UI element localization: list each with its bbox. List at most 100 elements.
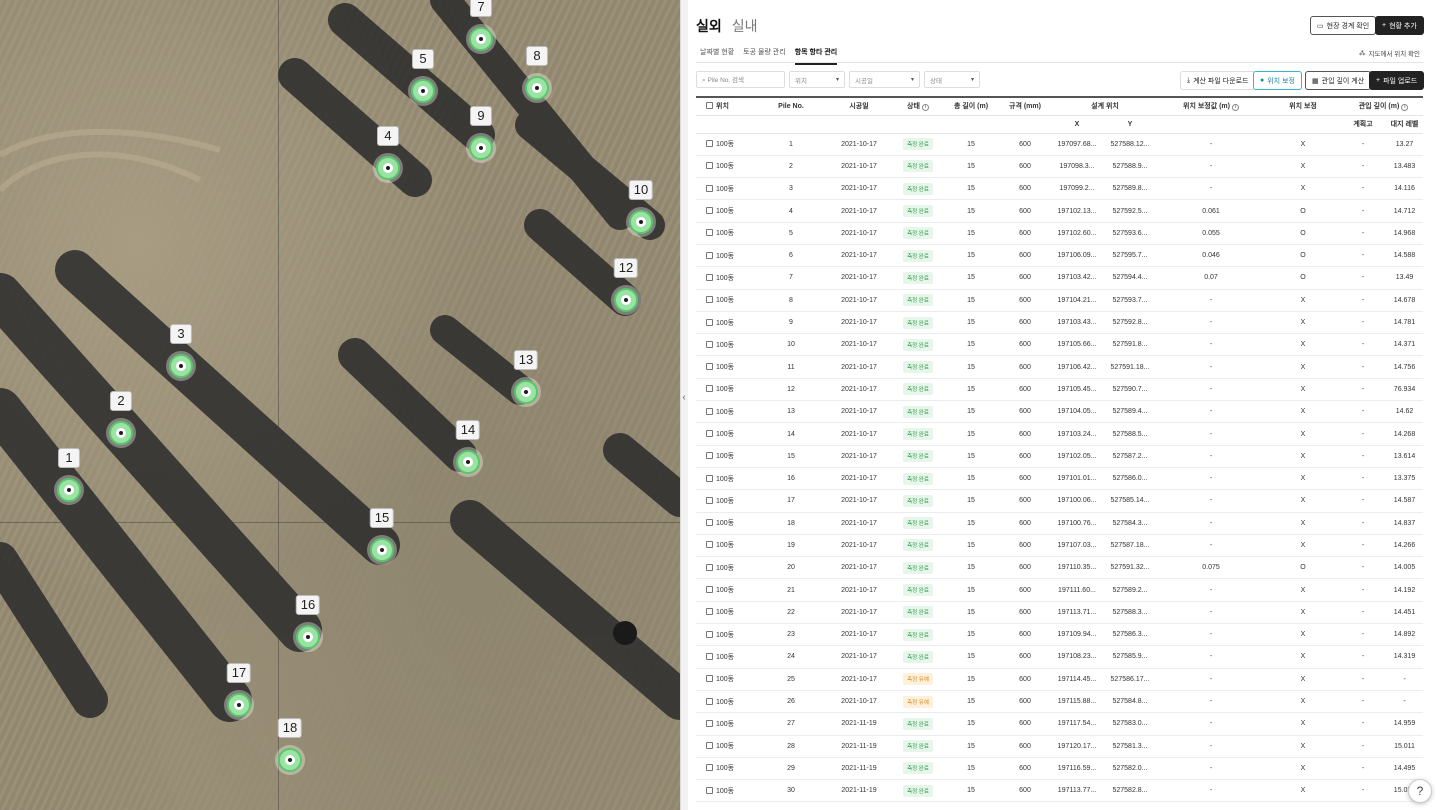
pile-marker-icon[interactable] — [614, 288, 638, 312]
table-row[interactable]: 100동 4 2021-10-17 측정 완료 15 600 197102.13... 527… — [696, 199, 1423, 223]
table-row[interactable]: 100동 26 2021-10-17 측정 유예 15 600 197115.88... 52… — [696, 690, 1423, 714]
row-checkbox[interactable] — [706, 273, 713, 281]
table-row[interactable]: 100동 9 2021-10-17 측정 완료 15 600 197103.43... 527… — [696, 311, 1423, 335]
row-checkbox[interactable] — [706, 363, 713, 371]
table-row[interactable]: 100동 16 2021-10-17 측정 완료 15 600 197101.01... 52… — [696, 467, 1423, 491]
status-select[interactable]: 상태 ▾ — [924, 71, 980, 88]
location-select[interactable]: 위치 ▾ — [789, 71, 845, 88]
table-row[interactable]: 100동 2 2021-10-17 측정 완료 15 600 197098.3... 5275… — [696, 155, 1423, 179]
search-input[interactable]: ⌕ Pile No. 검색 — [696, 71, 785, 88]
select-all-checkbox[interactable] — [706, 102, 713, 110]
row-checkbox[interactable] — [706, 184, 713, 192]
pile-marker-icon[interactable] — [370, 538, 394, 562]
row-checkbox[interactable] — [706, 229, 713, 237]
row-checkbox[interactable] — [706, 719, 713, 727]
row-checkbox[interactable] — [706, 697, 713, 705]
row-checkbox[interactable] — [706, 586, 713, 594]
row-checkbox[interactable] — [706, 340, 713, 348]
table-row[interactable]: 100동 14 2021-10-17 측정 완료 15 600 197103.24... 52… — [696, 422, 1423, 446]
table-row[interactable]: 100동 25 2021-10-17 측정 유예 15 600 197114.45... 52… — [696, 668, 1423, 691]
pile-marker-icon[interactable] — [514, 380, 538, 404]
pile-marker-icon[interactable] — [227, 693, 251, 717]
tab-indoor[interactable]: 실내 — [732, 16, 758, 36]
row-checkbox[interactable] — [706, 764, 713, 772]
table-row[interactable]: 100동 6 2021-10-17 측정 완료 15 600 197106.09... 527… — [696, 244, 1423, 268]
pile-marker-icon[interactable] — [629, 210, 653, 234]
file-upload-button[interactable]: + 파일 업로드 — [1369, 71, 1425, 90]
info-icon[interactable]: i — [921, 104, 929, 112]
col-correction-value[interactable]: 위치 보정값 (m) i — [1158, 96, 1264, 116]
table-row[interactable]: 100동 5 2021-10-17 측정 완료 15 600 197102.60... 527… — [696, 222, 1423, 245]
table-row[interactable]: 100동 13 2021-10-17 측정 완료 15 600 197104.05... 52… — [696, 400, 1423, 424]
download-calc-file-button[interactable]: ⤓ 계산 파일 다운로드 — [1180, 71, 1256, 90]
row-checkbox[interactable] — [706, 251, 713, 259]
table-row[interactable]: 100동 21 2021-10-17 측정 완료 15 600 197111.60... 52… — [696, 578, 1423, 602]
col-correction[interactable]: 위치 보정 — [1264, 96, 1342, 116]
col-length[interactable]: 총 길이 (m) — [944, 96, 998, 116]
row-checkbox[interactable] — [706, 563, 713, 571]
site-boundary-button[interactable]: ▭ 현장 경계 확인 — [1310, 16, 1377, 35]
info-icon[interactable]: i — [1231, 104, 1239, 112]
row-checkbox[interactable] — [706, 519, 713, 527]
row-checkbox[interactable] — [706, 407, 713, 415]
table-row[interactable]: 100동 3 2021-10-17 측정 완료 15 600 197099.2... 5275… — [696, 177, 1423, 201]
pile-marker-icon[interactable] — [456, 450, 480, 474]
map-check-link[interactable]: ⁂ 지도에서 위치 확인 — [1359, 48, 1420, 58]
tab-outdoor[interactable]: 실외 — [696, 16, 722, 36]
col-date[interactable]: 시공일 — [826, 96, 892, 116]
pile-marker-icon[interactable] — [376, 156, 400, 180]
table-row[interactable]: 100동 27 2021-11-19 측정 완료 15 600 197117.54... 52… — [696, 712, 1423, 736]
table-row[interactable]: 100동 15 2021-10-17 측정 완료 15 600 197102.05... 52… — [696, 445, 1423, 468]
row-checkbox[interactable] — [706, 630, 713, 638]
table-row[interactable]: 100동 1 2021-10-17 측정 완료 15 600 197097.68... 527… — [696, 133, 1423, 156]
row-checkbox[interactable] — [706, 496, 713, 504]
pile-marker-icon[interactable] — [525, 76, 549, 100]
table-row[interactable]: 100동 22 2021-10-17 측정 완료 15 600 197113.71... 52… — [696, 601, 1423, 625]
table-row[interactable]: 100동 8 2021-10-17 측정 완료 15 600 197104.21... 527… — [696, 289, 1423, 312]
position-correct-button[interactable]: ● 위치 보정 — [1253, 71, 1302, 90]
col-spec[interactable]: 규격 (mm) — [998, 96, 1052, 116]
table-row[interactable]: 100동 29 2021-11-19 측정 완료 15 600 197116.59... 52… — [696, 757, 1423, 781]
pile-marker-icon[interactable] — [169, 354, 193, 378]
pile-marker-icon[interactable] — [469, 27, 493, 51]
table-row[interactable]: 100동 17 2021-10-17 측정 완료 15 600 197100.06... 52… — [696, 489, 1423, 513]
row-checkbox[interactable] — [706, 786, 713, 794]
row-checkbox[interactable] — [706, 652, 713, 660]
table-row[interactable]: 100동 28 2021-11-19 측정 완료 15 600 197120.17... 52… — [696, 735, 1423, 758]
row-checkbox[interactable] — [706, 162, 713, 170]
row-checkbox[interactable] — [706, 474, 713, 482]
row-checkbox[interactable] — [706, 430, 713, 437]
table-row[interactable]: 100동 24 2021-10-17 측정 완료 15 600 197108.23... 52… — [696, 645, 1423, 669]
map-view[interactable]: 1 2 3 4 5 7 8 9 10 12 13 14 15 16 17 18 — [0, 0, 680, 810]
table-row[interactable]: 100동 10 2021-10-17 측정 완료 15 600 197105.66... 52… — [696, 333, 1423, 357]
row-checkbox[interactable] — [706, 675, 713, 683]
row-checkbox[interactable] — [706, 207, 713, 215]
row-checkbox[interactable] — [706, 385, 713, 393]
table-row[interactable]: 100동 18 2021-10-17 측정 완료 15 600 197100.76... 52… — [696, 512, 1423, 535]
row-checkbox[interactable] — [706, 140, 713, 148]
col-pile-no[interactable]: Pile No. — [756, 96, 826, 116]
row-checkbox[interactable] — [706, 296, 713, 304]
row-checkbox[interactable] — [706, 452, 713, 460]
pile-marker-icon[interactable] — [411, 79, 435, 103]
collapse-chevron-icon[interactable]: ‹ — [680, 388, 688, 408]
table-row[interactable]: 100동 30 2021-11-19 측정 완료 15 600 197113.77... 52… — [696, 779, 1423, 803]
table-row[interactable]: 100동 23 2021-10-17 측정 완료 15 600 197109.94... 52… — [696, 623, 1423, 647]
date-select[interactable]: 시공일 ▾ — [849, 71, 920, 88]
table-row[interactable]: 100동 11 2021-10-17 측정 완료 15 600 197106.42... 52… — [696, 355, 1423, 379]
table-row[interactable]: 100동 19 2021-10-17 측정 완료 15 600 197107.03... 52… — [696, 534, 1423, 558]
col-status[interactable]: 상태 i — [892, 96, 944, 116]
info-icon[interactable]: i — [1401, 104, 1409, 112]
pile-marker-icon[interactable] — [278, 748, 302, 772]
table-row[interactable]: 100동 20 2021-10-17 측정 완료 15 600 197110.35... 52… — [696, 556, 1423, 580]
depth-calc-button[interactable]: ▦ 관입 깊이 계산 — [1305, 71, 1372, 90]
pile-marker-icon[interactable] — [469, 136, 493, 160]
add-status-button[interactable]: + 현황 추가 — [1375, 16, 1424, 35]
row-checkbox[interactable] — [706, 541, 713, 549]
pile-marker-icon[interactable] — [296, 625, 320, 649]
help-button[interactable]: ? — [1408, 779, 1432, 803]
row-checkbox[interactable] — [706, 742, 713, 750]
col-location[interactable]: 위치 — [696, 96, 756, 116]
table-row[interactable]: 100동 7 2021-10-17 측정 완료 15 600 197103.42... 527… — [696, 266, 1423, 290]
row-checkbox[interactable] — [706, 608, 713, 616]
